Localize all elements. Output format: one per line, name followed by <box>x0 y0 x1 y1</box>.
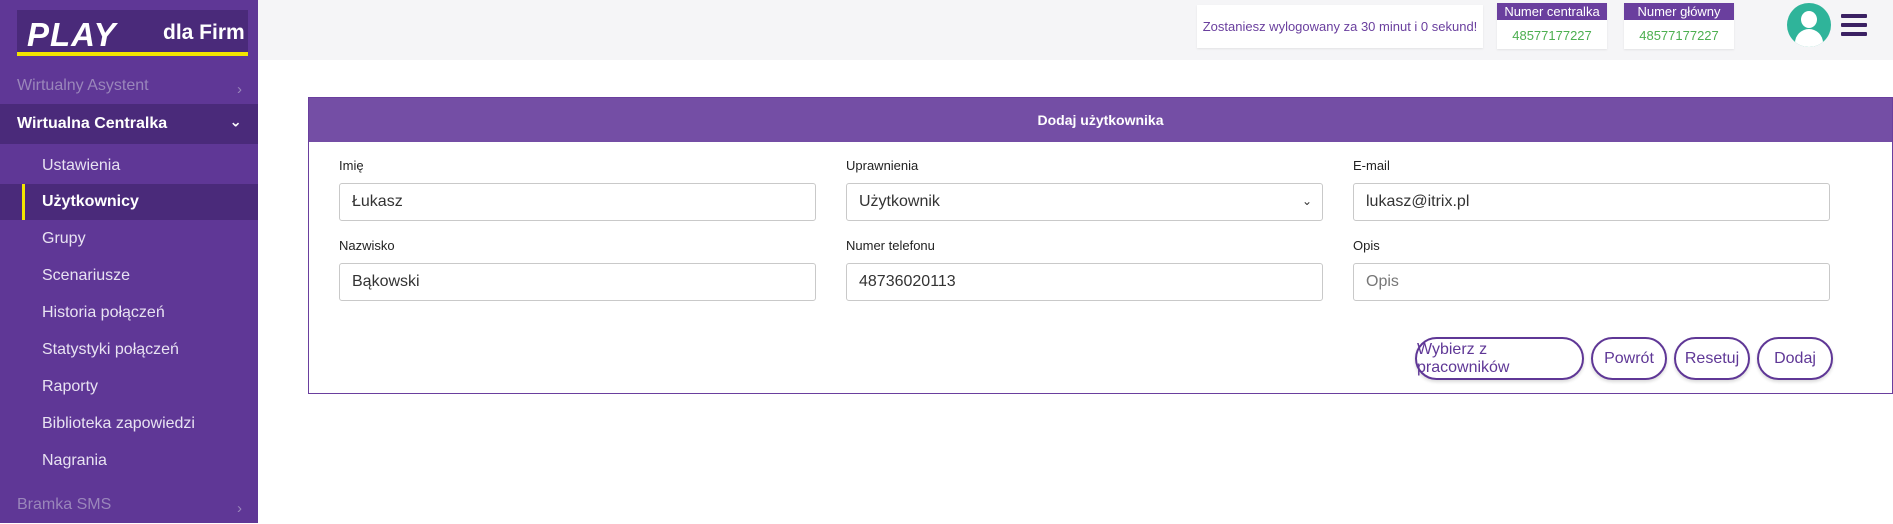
sidebar-item-label: Bramka SMS <box>17 496 112 513</box>
sidebar-subitem-historia-polaczen[interactable]: Historia połączeń <box>0 295 258 331</box>
logo[interactable]: PLAY dla Firm <box>17 10 248 56</box>
main-number-value: 48577177227 <box>1639 28 1719 43</box>
email-input[interactable]: lukasz@itrix.pl <box>1353 183 1830 221</box>
last-name-label: Nazwisko <box>339 238 395 253</box>
sidebar-subitem-nagrania[interactable]: Nagrania <box>0 443 258 479</box>
permissions-selected-value: Użytkownik <box>859 193 940 210</box>
sidebar-subitem-grupy[interactable]: Grupy <box>0 221 258 257</box>
logout-timer-notice: Zostaniesz wylogowany za 30 minut i 0 se… <box>1197 5 1483 48</box>
menu-icon[interactable] <box>1841 14 1867 36</box>
main-number-label: Numer główny <box>1624 3 1734 20</box>
user-avatar-icon[interactable] <box>1787 3 1831 47</box>
add-button[interactable]: Dodaj <box>1757 337 1833 380</box>
avatar-head <box>1801 11 1817 28</box>
sidebar-item-wirtualna-centralka[interactable]: Wirtualna Centralka ⌄ <box>0 104 258 144</box>
chevron-down-icon: ⌄ <box>229 113 242 131</box>
reset-button[interactable]: Resetuj <box>1674 337 1750 380</box>
sidebar-subitem-statystyki-polaczen[interactable]: Statystyki połączeń <box>0 332 258 368</box>
form-title: Dodaj użytkownika <box>309 98 1892 142</box>
main-number-box: Numer główny 48577177227 <box>1624 3 1734 49</box>
chevron-right-icon: › <box>237 499 242 517</box>
phone-label: Numer telefonu <box>846 238 935 253</box>
description-label: Opis <box>1353 238 1380 253</box>
sidebar-item-label: Wirtualna Centralka <box>17 115 168 132</box>
permissions-select[interactable]: Użytkownik ⌄ <box>846 183 1323 221</box>
sidebar-item-label: Wirtualny Asystent <box>17 77 149 94</box>
sidebar-item-wirtualny-asystent[interactable]: Wirtualny Asystent › <box>0 67 258 105</box>
first-name-label: Imię <box>339 158 364 173</box>
pick-employees-button[interactable]: Wybierz z pracowników <box>1415 337 1584 380</box>
logo-suffix-text: dla Firm <box>163 21 245 44</box>
permissions-label: Uprawnienia <box>846 158 919 173</box>
sidebar-subitem-ustawienia[interactable]: Ustawienia <box>0 148 258 184</box>
sidebar-item-bramka-sms[interactable]: Bramka SMS › <box>0 486 258 524</box>
avatar-body <box>1795 29 1823 47</box>
back-button[interactable]: Powrót <box>1591 337 1667 380</box>
description-input[interactable]: Opis <box>1353 263 1830 301</box>
central-number-box: Numer centralka 48577177227 <box>1497 3 1607 49</box>
logo-underline <box>17 52 248 56</box>
sidebar-subitem-raporty[interactable]: Raporty <box>0 369 258 405</box>
last-name-input[interactable]: Bąkowski <box>339 263 816 301</box>
chevron-down-icon: ⌄ <box>1301 194 1312 208</box>
logo-play-text: PLAY <box>27 16 117 53</box>
central-number-label: Numer centralka <box>1497 3 1607 20</box>
chevron-right-icon: › <box>237 80 242 98</box>
sidebar: PLAY dla Firm Wirtualny Asystent › Wirtu… <box>0 0 258 523</box>
sidebar-subitem-uzytkownicy[interactable]: Użytkownicy <box>0 184 258 220</box>
phone-input[interactable]: 48736020113 <box>846 263 1323 301</box>
first-name-input[interactable]: Łukasz <box>339 183 816 221</box>
central-number-value: 48577177227 <box>1512 28 1592 43</box>
sidebar-subitem-scenariusze[interactable]: Scenariusze <box>0 258 258 294</box>
email-label: E-mail <box>1353 158 1390 173</box>
sidebar-subitem-biblioteka-zapowiedzi[interactable]: Biblioteka zapowiedzi <box>0 406 258 442</box>
